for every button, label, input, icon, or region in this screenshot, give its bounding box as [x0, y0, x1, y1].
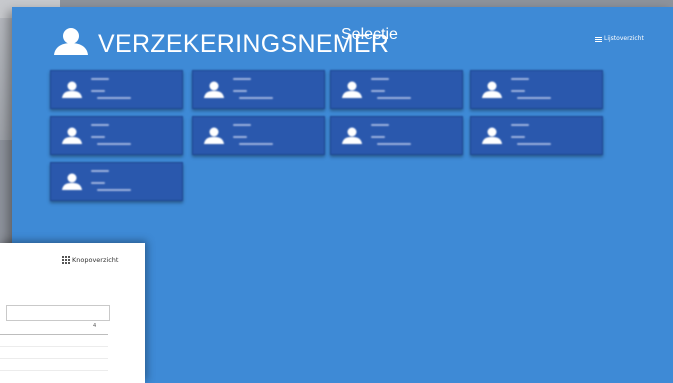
tile-detail-text	[97, 143, 131, 145]
user-icon	[62, 127, 82, 144]
tile-name-text	[511, 78, 529, 80]
user-icon	[342, 127, 362, 144]
page-subtitle: Selectie	[341, 26, 398, 43]
user-tile[interactable]	[470, 70, 603, 109]
tile-name-text	[233, 124, 251, 126]
tile-detail-text	[91, 182, 105, 184]
user-tile[interactable]	[330, 116, 463, 155]
user-icon	[342, 81, 362, 98]
tile-detail-text	[511, 90, 525, 92]
user-tile[interactable]	[50, 116, 183, 155]
tile-name-text	[91, 78, 109, 80]
list-icon	[595, 36, 602, 42]
tile-detail-text	[97, 97, 131, 99]
tile-detail-text	[371, 136, 385, 138]
user-tile[interactable]	[470, 116, 603, 155]
tile-name-text	[511, 124, 529, 126]
tile-name-text	[371, 78, 389, 80]
user-tile[interactable]	[192, 116, 325, 155]
table-divider	[0, 334, 108, 335]
tile-detail-text	[239, 97, 273, 99]
user-icon	[482, 81, 502, 98]
tile-detail-text	[517, 97, 551, 99]
button-view-button[interactable]: Knopoverzicht	[62, 255, 118, 265]
tile-detail-text	[511, 136, 525, 138]
user-icon	[54, 28, 88, 55]
user-tile[interactable]	[330, 70, 463, 109]
tile-name-text	[233, 78, 251, 80]
grid-icon	[62, 256, 70, 264]
tile-name-text	[91, 124, 109, 126]
tile-detail-text	[371, 90, 385, 92]
list-view-label: Lijstoverzicht	[604, 35, 644, 42]
search-input[interactable]	[6, 305, 110, 321]
table-row[interactable]	[0, 346, 108, 347]
tile-detail-text	[97, 189, 131, 191]
button-view-label: Knopoverzicht	[72, 256, 119, 264]
user-icon	[204, 127, 224, 144]
user-tile[interactable]	[50, 70, 183, 109]
table-row[interactable]	[0, 358, 108, 359]
tile-name-text	[371, 124, 389, 126]
column-value: 4	[93, 323, 97, 329]
tile-detail-text	[517, 143, 551, 145]
user-icon	[204, 81, 224, 98]
tile-name-text	[91, 170, 109, 172]
user-tile[interactable]	[192, 70, 325, 109]
tile-detail-text	[91, 136, 105, 138]
user-icon	[62, 173, 82, 190]
tile-detail-text	[239, 143, 273, 145]
tile-detail-text	[377, 97, 411, 99]
list-view-button[interactable]: Lijstoverzicht	[595, 34, 644, 44]
button-view-window: Knopoverzicht 4	[0, 243, 145, 383]
user-icon	[62, 81, 82, 98]
table-row[interactable]	[0, 370, 108, 371]
tile-detail-text	[233, 136, 247, 138]
tile-detail-text	[91, 90, 105, 92]
user-icon	[482, 127, 502, 144]
tile-detail-text	[233, 90, 247, 92]
user-tile[interactable]	[50, 162, 183, 201]
tile-detail-text	[377, 143, 411, 145]
